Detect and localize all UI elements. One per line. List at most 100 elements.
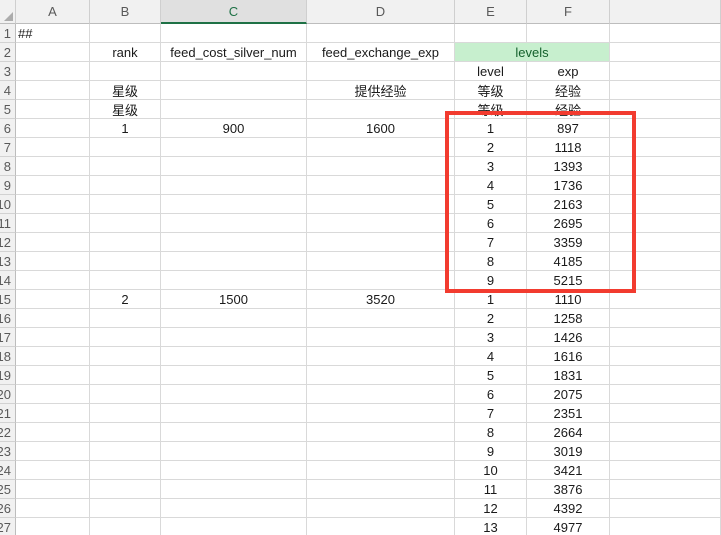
row-header-16[interactable]: 16 (0, 309, 16, 328)
cell-D15[interactable]: 3520 (307, 290, 455, 309)
cell-A21[interactable] (16, 404, 90, 423)
cell-F26[interactable]: 4392 (527, 499, 610, 518)
cell-E6[interactable]: 1 (455, 119, 527, 138)
cell-F13[interactable]: 4185 (527, 252, 610, 271)
row-header-26[interactable]: 26 (0, 499, 16, 518)
cell-A17[interactable] (16, 328, 90, 347)
cell-C3[interactable] (161, 62, 307, 81)
cell-A20[interactable] (16, 385, 90, 404)
cell-F10[interactable]: 2163 (527, 195, 610, 214)
cell-E20[interactable]: 6 (455, 385, 527, 404)
cell-A14[interactable] (16, 271, 90, 290)
cell-D11[interactable] (307, 214, 455, 233)
cell-F19[interactable]: 1831 (527, 366, 610, 385)
row-header-24[interactable]: 24 (0, 461, 16, 480)
cell-G13[interactable] (610, 252, 721, 271)
column-header-B[interactable]: B (90, 0, 161, 24)
cell-A10[interactable] (16, 195, 90, 214)
row-header-3[interactable]: 3 (0, 62, 16, 81)
cell-G19[interactable] (610, 366, 721, 385)
cell-A6[interactable] (16, 119, 90, 138)
cell-B17[interactable] (90, 328, 161, 347)
cell-D7[interactable] (307, 138, 455, 157)
cell-C22[interactable] (161, 423, 307, 442)
cell-A5[interactable] (16, 100, 90, 119)
cell-B12[interactable] (90, 233, 161, 252)
cell-C1[interactable] (161, 24, 307, 43)
cell-G18[interactable] (610, 347, 721, 366)
cell-A16[interactable] (16, 309, 90, 328)
row-header-2[interactable]: 2 (0, 43, 16, 62)
row-header-8[interactable]: 8 (0, 157, 16, 176)
cell-B4[interactable]: 星级 (90, 81, 161, 100)
cell-D13[interactable] (307, 252, 455, 271)
cell-D4[interactable]: 提供经验 (307, 81, 455, 100)
cell-B9[interactable] (90, 176, 161, 195)
cell-E19[interactable]: 5 (455, 366, 527, 385)
cell-C18[interactable] (161, 347, 307, 366)
select-all-corner[interactable] (0, 0, 16, 24)
cell-G15[interactable] (610, 290, 721, 309)
cell-A12[interactable] (16, 233, 90, 252)
cell-D25[interactable] (307, 480, 455, 499)
cell-G12[interactable] (610, 233, 721, 252)
row-header-22[interactable]: 22 (0, 423, 16, 442)
cell-B2[interactable]: rank (90, 43, 161, 62)
cell-B18[interactable] (90, 347, 161, 366)
cell-A9[interactable] (16, 176, 90, 195)
cell-F25[interactable]: 3876 (527, 480, 610, 499)
cell-B13[interactable] (90, 252, 161, 271)
cell-F12[interactable]: 3359 (527, 233, 610, 252)
cell-G1[interactable] (610, 24, 721, 43)
cell-C6[interactable]: 900 (161, 119, 307, 138)
cell-B3[interactable] (90, 62, 161, 81)
cell-C12[interactable] (161, 233, 307, 252)
cell-F24[interactable]: 3421 (527, 461, 610, 480)
cell-G6[interactable] (610, 119, 721, 138)
cell-D2[interactable]: feed_exchange_exp (307, 43, 455, 62)
cell-C14[interactable] (161, 271, 307, 290)
cell-E4[interactable]: 等级 (455, 81, 527, 100)
cell-F14[interactable]: 5215 (527, 271, 610, 290)
cell-B8[interactable] (90, 157, 161, 176)
row-header-5[interactable]: 5 (0, 100, 16, 119)
cell-B21[interactable] (90, 404, 161, 423)
cell-C10[interactable] (161, 195, 307, 214)
row-header-25[interactable]: 25 (0, 480, 16, 499)
cell-A27[interactable] (16, 518, 90, 535)
cell-E1[interactable] (455, 24, 527, 43)
cell-G24[interactable] (610, 461, 721, 480)
cell-C23[interactable] (161, 442, 307, 461)
cell-A7[interactable] (16, 138, 90, 157)
cell-B22[interactable] (90, 423, 161, 442)
cell-E25[interactable]: 11 (455, 480, 527, 499)
row-header-11[interactable]: 11 (0, 214, 16, 233)
row-header-19[interactable]: 19 (0, 366, 16, 385)
cell-A3[interactable] (16, 62, 90, 81)
cell-F5[interactable]: 经验 (527, 100, 610, 119)
cell-F27[interactable]: 4977 (527, 518, 610, 535)
row-header-23[interactable]: 23 (0, 442, 16, 461)
cell-C2[interactable]: feed_cost_silver_num (161, 43, 307, 62)
cell-B6[interactable]: 1 (90, 119, 161, 138)
cell-A8[interactable] (16, 157, 90, 176)
cell-B15[interactable]: 2 (90, 290, 161, 309)
cell-G5[interactable] (610, 100, 721, 119)
cell-G14[interactable] (610, 271, 721, 290)
cell-G4[interactable] (610, 81, 721, 100)
cell-B24[interactable] (90, 461, 161, 480)
cell-F20[interactable]: 2075 (527, 385, 610, 404)
cell-G26[interactable] (610, 499, 721, 518)
cell-F6[interactable]: 897 (527, 119, 610, 138)
column-header-E[interactable]: E (455, 0, 527, 24)
cell-G11[interactable] (610, 214, 721, 233)
cell-C13[interactable] (161, 252, 307, 271)
cell-G2[interactable] (610, 43, 721, 62)
cell-F8[interactable]: 1393 (527, 157, 610, 176)
cell-G20[interactable] (610, 385, 721, 404)
cell-E26[interactable]: 12 (455, 499, 527, 518)
cell-A25[interactable] (16, 480, 90, 499)
cell-F22[interactable]: 2664 (527, 423, 610, 442)
cell-B19[interactable] (90, 366, 161, 385)
cell-D14[interactable] (307, 271, 455, 290)
